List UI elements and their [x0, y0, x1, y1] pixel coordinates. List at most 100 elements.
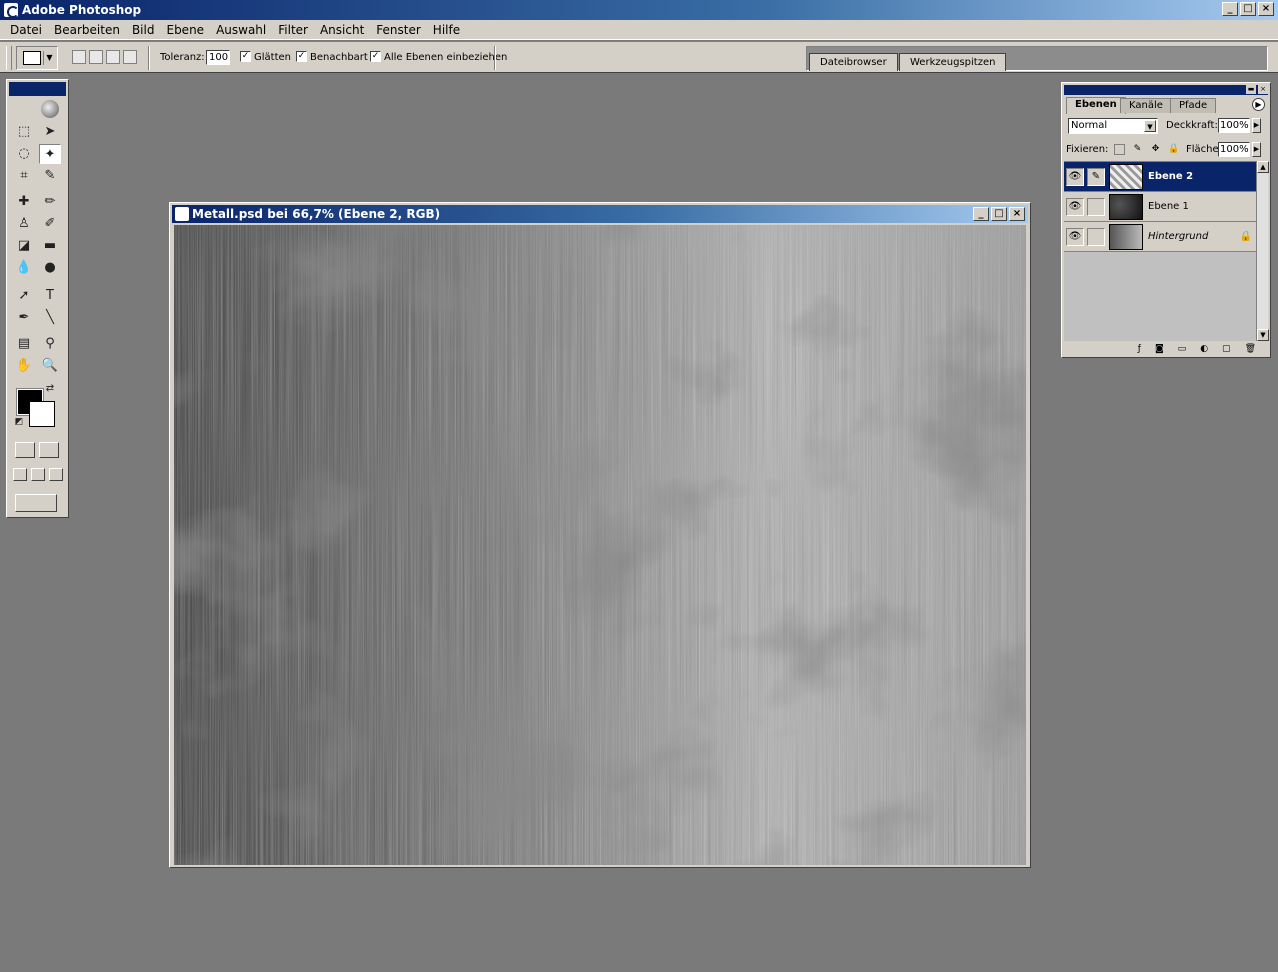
intersect-selection-button[interactable] [123, 50, 137, 64]
antialias-checkbox[interactable]: ✓ [240, 51, 251, 62]
layer-mask-icon[interactable]: ◙ [1155, 343, 1164, 355]
menu-bearbeiten[interactable]: Bearbeiten [48, 23, 126, 37]
type-tool-icon[interactable]: T [39, 286, 61, 306]
palette-close-button[interactable]: × [1258, 85, 1268, 94]
close-button[interactable]: × [1258, 2, 1274, 16]
crop-tool-icon[interactable]: ⌗ [13, 166, 35, 186]
gradient-tool-icon[interactable]: ▬ [39, 236, 61, 256]
document-title-bar[interactable]: Metall.psd bei 66,7% (Ebene 2, RGB) _ □ … [172, 205, 1028, 223]
eye-icon[interactable]: 👁 [1066, 168, 1084, 186]
scroll-up-button[interactable]: ▲ [1257, 161, 1269, 173]
menu-filter[interactable]: Filter [272, 23, 314, 37]
standard-mode-button[interactable] [15, 442, 35, 458]
brush-icon[interactable]: ✎ [1087, 168, 1105, 186]
trash-icon[interactable]: 🗑 [1245, 343, 1256, 355]
opacity-slider-button[interactable]: ▶ [1252, 118, 1261, 133]
layer-style-icon[interactable]: ƒ [1138, 343, 1141, 355]
swap-colors-icon[interactable]: ⇄ [43, 382, 57, 396]
fill-input[interactable]: 100% [1218, 142, 1250, 157]
subtract-from-selection-button[interactable] [106, 50, 120, 64]
move-tool-icon[interactable]: ➤ [39, 122, 61, 142]
photoshop-logo-icon[interactable] [9, 98, 66, 122]
document-close-button[interactable]: × [1009, 207, 1025, 221]
tab-werkzeugspitzen[interactable]: Werkzeugspitzen [899, 53, 1007, 71]
opacity-input[interactable]: 100% [1218, 118, 1250, 133]
fill-label: Fläche: [1186, 144, 1223, 155]
contiguous-checkbox[interactable]: ✓ [296, 51, 307, 62]
slice-tool-icon[interactable]: ✎ [39, 166, 61, 186]
link-slot[interactable] [1087, 198, 1105, 216]
eye-icon[interactable]: 👁 [1066, 228, 1084, 246]
all-layers-checkbox[interactable]: ✓ [370, 51, 381, 62]
default-colors-icon[interactable]: ◩ [13, 416, 25, 428]
tolerance-input[interactable]: 100 [206, 50, 230, 65]
menu-ebene[interactable]: Ebene [160, 23, 210, 37]
jump-to-imageready-button[interactable] [15, 494, 57, 512]
adjustment-layer-icon[interactable]: ◐ [1200, 343, 1208, 355]
tool-preset-picker[interactable]: ▼ [16, 46, 58, 70]
add-to-selection-button[interactable] [89, 50, 103, 64]
path-selection-icon[interactable]: ➚ [13, 286, 35, 306]
standard-screen-mode-button[interactable] [13, 468, 27, 481]
scroll-down-button[interactable]: ▼ [1257, 329, 1269, 341]
new-set-icon[interactable]: ▭ [1178, 343, 1187, 355]
menu-datei[interactable]: Datei [4, 23, 48, 37]
fill-slider-button[interactable]: ▶ [1252, 142, 1261, 157]
menu-auswahl[interactable]: Auswahl [210, 23, 272, 37]
options-bar-grip[interactable] [6, 46, 12, 70]
full-screen-menu-mode-button[interactable] [31, 468, 45, 481]
blend-mode-select[interactable]: Normal ▼ [1068, 118, 1158, 134]
eye-icon[interactable]: 👁 [1066, 198, 1084, 216]
tab-ebenen[interactable]: Ebenen [1066, 97, 1126, 114]
menu-fenster[interactable]: Fenster [370, 23, 427, 37]
quick-mask-mode-button[interactable] [39, 442, 59, 458]
magic-wand-tool-icon[interactable]: ✦ [39, 144, 61, 164]
link-slot[interactable] [1087, 228, 1105, 246]
palette-menu-icon[interactable]: ▶ [1252, 98, 1265, 111]
line-tool-icon[interactable]: ╲ [39, 308, 61, 328]
layers-scrollbar[interactable]: ▲ ▼ [1256, 161, 1269, 341]
layers-palette-tabs: Ebenen Kanäle Pfade ▶ [1064, 96, 1268, 114]
layer-row[interactable]: 👁 Ebene 1 [1064, 192, 1256, 222]
background-color-swatch[interactable] [29, 401, 55, 427]
document-maximize-button[interactable]: □ [991, 207, 1007, 221]
toolbox-title-bar[interactable] [9, 82, 66, 96]
zoom-tool-icon[interactable]: 🔍 [39, 356, 61, 376]
eyedropper-tool-icon[interactable]: ⚲ [39, 334, 61, 354]
photoshop-app-icon[interactable] [4, 3, 19, 18]
palette-minimize-button[interactable]: ▬ [1246, 85, 1256, 94]
new-selection-button[interactable] [72, 50, 86, 64]
document-minimize-button[interactable]: _ [973, 207, 989, 221]
layers-palette-title-bar[interactable]: ▬ × [1064, 85, 1268, 95]
menu-hilfe[interactable]: Hilfe [427, 23, 466, 37]
notes-tool-icon[interactable]: ▤ [13, 334, 35, 354]
tab-pfade[interactable]: Pfade [1170, 98, 1217, 113]
minimize-button[interactable]: _ [1222, 2, 1238, 16]
layer-row[interactable]: 👁 ✎ Ebene 2 [1064, 162, 1256, 192]
pen-tool-icon[interactable]: ✒ [13, 308, 35, 328]
history-brush-icon[interactable]: ✐ [39, 214, 61, 234]
blur-tool-icon[interactable]: 💧 [13, 258, 35, 278]
layer-name: Ebene 2 [1148, 171, 1194, 182]
lock-transparency-icon[interactable] [1114, 144, 1125, 155]
brush-tool-icon[interactable]: ✏ [39, 192, 61, 212]
lock-all-icon[interactable]: 🔒 [1168, 144, 1179, 155]
full-screen-mode-button[interactable] [49, 468, 63, 481]
marquee-tool-icon[interactable]: ⬚ [13, 122, 35, 142]
healing-brush-icon[interactable]: ✚ [13, 192, 35, 212]
lasso-tool-icon[interactable]: ◌ [13, 144, 35, 164]
lock-image-icon[interactable]: ✎ [1132, 144, 1143, 155]
tab-kanaele[interactable]: Kanäle [1120, 98, 1172, 113]
new-layer-icon[interactable]: ▢ [1222, 343, 1231, 355]
dodge-tool-icon[interactable]: ● [39, 258, 61, 278]
maximize-button[interactable]: □ [1240, 2, 1256, 16]
menu-bild[interactable]: Bild [126, 23, 161, 37]
hand-tool-icon[interactable]: ✋ [13, 356, 35, 376]
eraser-tool-icon[interactable]: ◪ [13, 236, 35, 256]
clone-stamp-icon[interactable]: ♙ [13, 214, 35, 234]
lock-position-icon[interactable]: ✥ [1150, 144, 1161, 155]
tab-dateibrowser[interactable]: Dateibrowser [809, 53, 898, 71]
layer-row[interactable]: 👁 Hintergrund 🔒 [1064, 222, 1256, 252]
menu-ansicht[interactable]: Ansicht [314, 23, 370, 37]
image-canvas[interactable] [174, 225, 1026, 865]
